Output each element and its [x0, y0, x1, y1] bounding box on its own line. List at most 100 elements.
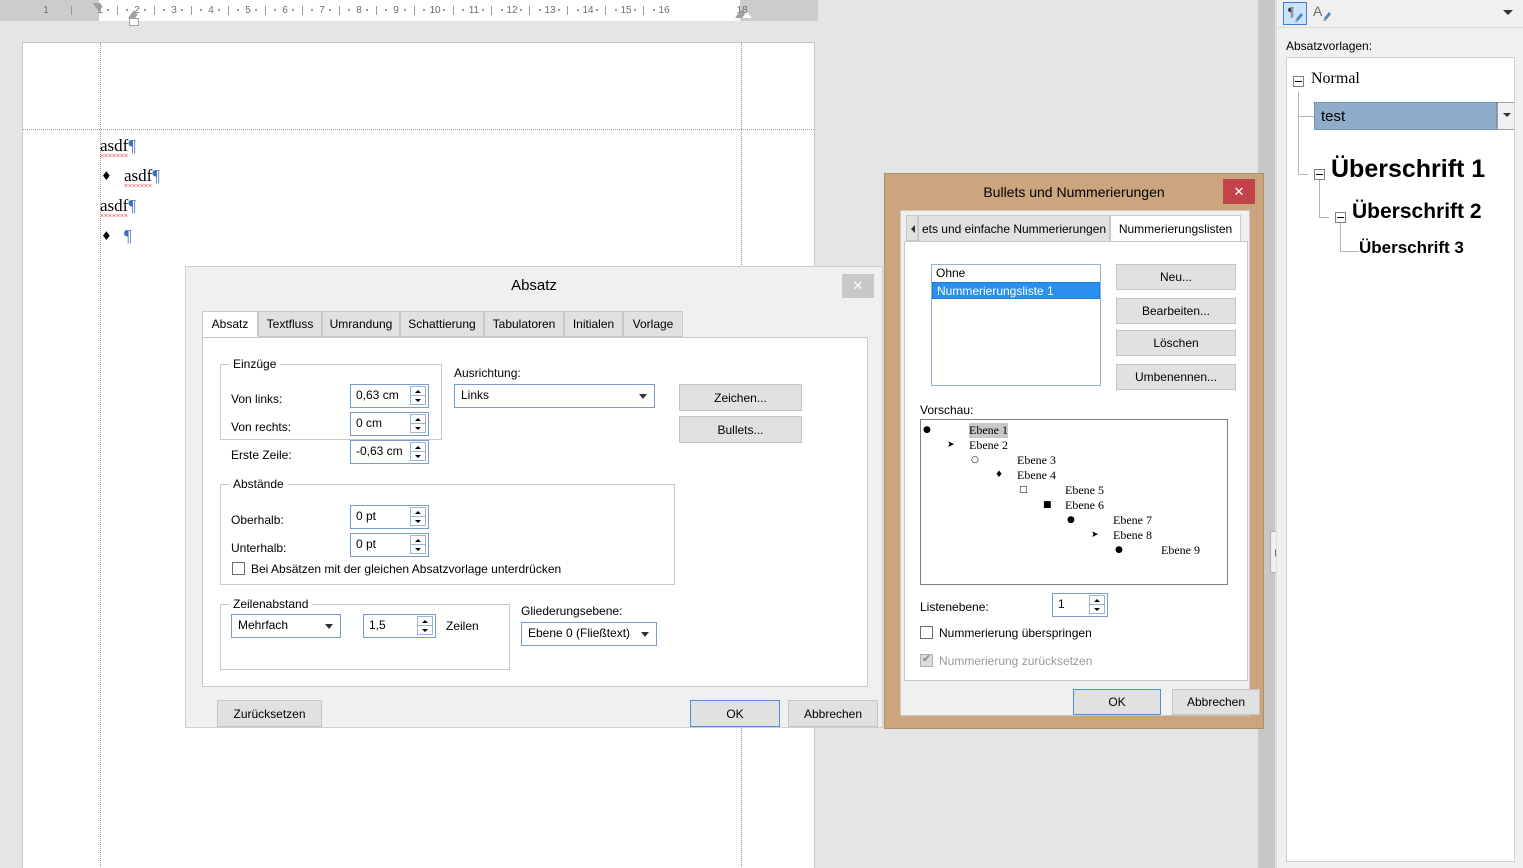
spinner-down-icon[interactable]	[1089, 604, 1105, 614]
paragraph-text[interactable]: asdf	[100, 196, 129, 217]
tree-item-normal[interactable]: Normal	[1311, 70, 1360, 88]
document-paragraph[interactable]: ♦ asdf¶	[100, 161, 740, 191]
tree-expander-heading1[interactable]	[1314, 169, 1325, 180]
paragraph-styles-tree[interactable]: Normal test Überschrift 1 Überschrift 2 …	[1286, 57, 1515, 862]
spinner-down-icon[interactable]	[417, 625, 433, 635]
input-von-rechts[interactable]: 0 cm	[350, 412, 429, 436]
ruler-dot-tick	[347, 9, 350, 11]
tree-item-test[interactable]: test	[1321, 108, 1345, 125]
button-zeichen[interactable]: Zeichen...	[679, 384, 802, 411]
checkbox-skip-numbering[interactable]	[920, 626, 933, 639]
numbering-lists-listbox[interactable]: Ohne Nummerierungsliste 1	[931, 264, 1101, 386]
spinner-buttons[interactable]	[410, 535, 426, 555]
tab-initialen[interactable]: Initialen	[564, 311, 623, 337]
ruler-left-indent-box[interactable]	[129, 18, 139, 26]
input-listenebene[interactable]: 1	[1052, 593, 1108, 617]
tab-schattierung[interactable]: Schattierung	[400, 311, 484, 337]
button-loeschen[interactable]: Löschen	[1116, 330, 1236, 356]
preview-level-label-9: Ebene 9	[1161, 543, 1200, 557]
chevron-down-icon	[641, 632, 649, 637]
checkbox-suppress-same-style[interactable]	[232, 562, 245, 575]
preview-level-label-5: Ebene 5	[1065, 483, 1104, 497]
spinner-buttons[interactable]	[410, 386, 426, 406]
tree-item-dropdown-button[interactable]	[1497, 102, 1514, 130]
tree-item-heading-3[interactable]: Überschrift 3	[1359, 238, 1464, 258]
spinner-buttons[interactable]	[410, 507, 426, 527]
horizontal-ruler[interactable]: 1 1 2 3 4 5 6 7 8 9 10 11 12 13 14 15 16 18	[0, 0, 818, 22]
spinner-down-icon[interactable]	[410, 395, 426, 405]
ruler-tick-0: 1	[43, 5, 49, 16]
spinner-buttons[interactable]	[410, 414, 426, 434]
tab-numbering-lists[interactable]: Nummerierungslisten	[1110, 215, 1241, 242]
tab-vorlage[interactable]: Vorlage	[623, 311, 683, 337]
tree-expander-heading2[interactable]	[1335, 212, 1346, 223]
numbering-preview: ● Ebene 1 ➤ Ebene 2 ○ Ebene 3 ♦ Ebene 4 □ Ebene 5…	[920, 419, 1228, 585]
document-paragraph[interactable]: ♦ ¶	[100, 221, 740, 251]
ruler-dot-tick	[255, 9, 258, 11]
chevron-down-icon	[1503, 113, 1511, 117]
input-oberhalb[interactable]: 0 pt	[350, 505, 429, 529]
button-ok-bullets[interactable]: OK	[1073, 689, 1161, 715]
button-bearbeiten[interactable]: Bearbeiten...	[1116, 298, 1236, 324]
character-brush-icon[interactable]: A	[1311, 2, 1335, 25]
ruler-tick-labels: 1 1 2 3 4 5 6 7 8 9 10 11 12 13 14 15 16 18	[0, 0, 818, 21]
tab-bullets-simple-numbering[interactable]: ets und einfache Nummerierungen	[918, 215, 1110, 242]
label-listenebene: Listenebene:	[920, 600, 989, 614]
select-gliederungsebene[interactable]: Ebene 0 (Fließtext)	[521, 622, 657, 646]
tree-item-heading-2[interactable]: Überschrift 2	[1352, 200, 1482, 224]
tab-umrandung[interactable]: Umrandung	[322, 311, 400, 337]
tab-textfluss[interactable]: Textfluss	[258, 311, 322, 337]
tree-connector	[1298, 116, 1314, 117]
spinner-buttons[interactable]	[417, 616, 433, 636]
ruler-dot-tick	[273, 9, 276, 11]
ruler-dot-tick	[384, 9, 387, 11]
button-cancel-bullets[interactable]: Abbrechen	[1172, 689, 1260, 715]
spinner-buttons[interactable]	[1089, 595, 1105, 615]
paragraph-brush-icon[interactable]: ¶	[1283, 2, 1307, 25]
ruler-first-line-indent-marker[interactable]	[93, 3, 110, 12]
button-neu[interactable]: Neu...	[1116, 264, 1236, 290]
button-zuruecksetzen[interactable]: Zurücksetzen	[217, 700, 322, 727]
list-item-ohne[interactable]: Ohne	[932, 265, 1100, 282]
button-ok-paragraph[interactable]: OK	[690, 700, 780, 727]
spinner-down-icon[interactable]	[410, 423, 426, 433]
ruler-right-indent-marker[interactable]	[735, 10, 752, 18]
input-von-links[interactable]: 0,63 cm	[350, 384, 429, 408]
ruler-minor-tick	[190, 6, 192, 15]
tree-item-heading-1[interactable]: Überschrift 1	[1331, 155, 1485, 184]
ruler-tick-13: 13	[544, 5, 556, 16]
tree-expander-normal[interactable]	[1293, 76, 1304, 87]
bullets-dialog-close-icon[interactable]: ✕	[1223, 179, 1255, 204]
ruler-tick-14: 14	[582, 5, 594, 16]
tab-scroll-left-button[interactable]	[906, 215, 918, 241]
bullets-numbering-dialog[interactable]: Bullets und Nummerierungen ✕ ets und ein…	[884, 173, 1264, 729]
tab-tabulatoren[interactable]: Tabulatoren	[484, 311, 564, 337]
ruler-tick-11: 11	[468, 5, 480, 16]
document-text-body[interactable]: asdf¶ ♦ asdf¶ asdf¶ ♦ ¶	[100, 131, 740, 251]
paragraph-dialog-close-icon[interactable]: ✕	[842, 274, 874, 298]
tab-absatz[interactable]: Absatz	[202, 311, 258, 337]
spinner-down-icon[interactable]	[410, 516, 426, 526]
select-zeilenabstand-mode[interactable]: Mehrfach	[231, 614, 341, 638]
svg-text:¶: ¶	[1288, 4, 1294, 19]
paragraph-dialog[interactable]: Absatz ✕ Absatz Textfluss Umrandung Scha…	[185, 266, 883, 728]
preview-bullet-icon-level-5: □	[1019, 485, 1028, 495]
spinner-down-icon[interactable]	[410, 451, 426, 461]
ruler-hanging-indent-marker[interactable]	[128, 10, 145, 18]
list-item-nummerierungsliste-1[interactable]: Nummerierungsliste 1	[932, 282, 1100, 299]
button-cancel-paragraph[interactable]: Abbrechen	[788, 700, 878, 727]
spinner-down-icon[interactable]	[410, 544, 426, 554]
paragraph-text[interactable]: asdf	[100, 136, 129, 157]
paragraph-text[interactable]: asdf	[124, 166, 153, 187]
input-unterhalb[interactable]: 0 pt	[350, 533, 429, 557]
preview-level-label-8: Ebene 8	[1113, 528, 1152, 542]
select-ausrichtung[interactable]: Links	[454, 384, 655, 408]
input-erste-zeile[interactable]: -0,63 cm	[350, 440, 429, 464]
spinner-buttons[interactable]	[410, 442, 426, 462]
button-umbenennen[interactable]: Umbenennen...	[1116, 364, 1236, 390]
sidebar-overflow-chevron-down-icon[interactable]	[1503, 10, 1513, 15]
input-zeilenabstand-amount[interactable]: 1,5	[363, 614, 436, 638]
document-paragraph[interactable]: asdf¶	[100, 131, 740, 161]
document-paragraph[interactable]: asdf¶	[100, 191, 740, 221]
button-bullets[interactable]: Bullets...	[679, 416, 802, 443]
